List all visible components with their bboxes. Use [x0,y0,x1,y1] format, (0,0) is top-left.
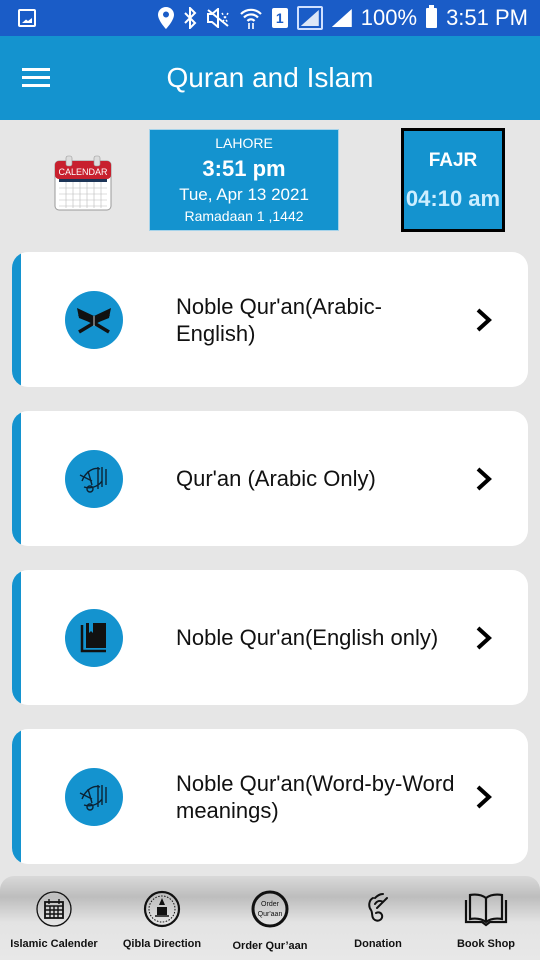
calendar-icon [36,891,72,927]
wifi-icon [239,8,262,29]
city-name: LAHORE [215,135,273,151]
mute-icon [206,8,229,28]
menu-card-label: Noble Qur'an(Arabic-English) [176,293,382,346]
bluetooth-icon [184,7,197,29]
gallery-icon [18,9,36,27]
hijri-date: Ramadaan 1 ,1442 [184,208,304,224]
menu-card-word-by-word[interactable]: Noble Qur'an(Word-by-Word meanings) [12,729,528,864]
status-time: 3:51 PM [446,5,528,30]
menu-card-arabic-only[interactable]: Qur'an (Arabic Only) [12,411,528,546]
svg-text:Qur'aan: Qur'aan [258,911,283,918]
nav-islamic-calendar[interactable]: Islamic Calender [0,876,108,960]
current-date-box: LAHORE 3:51 pm Tue, Apr 13 2021 Ramadaan… [149,129,339,231]
chevron-right-icon [476,626,492,650]
app-bar: Quran and Islam [0,36,540,120]
gregorian-date: Tue, Apr 13 2021 [179,185,309,204]
open-book-icon [464,893,508,927]
nav-book-shop[interactable]: Book Shop [432,876,540,960]
status-icons: 1 100% 3:51 PM [157,0,528,36]
quran-stand-icon [65,291,123,349]
order-quran-icon: Order Qur'aan [251,890,289,928]
sim-1-icon: 1 [271,8,288,28]
next-prayer-box[interactable]: FAJR 04:10 am [401,128,505,232]
location-icon [157,7,174,29]
prayer-name: FAJR [428,150,478,171]
nav-label: Donation [354,938,402,950]
menu-card-label: Noble Qur'an(English only) [176,625,439,650]
quran-calligraphy-icon [65,450,123,508]
prayer-time: 04:10 am [405,186,501,211]
qibla-compass-icon [143,890,181,928]
nav-label: Qibla Direction [122,938,202,950]
signal-icon [331,9,352,27]
battery-icon [426,5,438,28]
bottom-navigation: Islamic Calender Qibla Direction Order Qu… [0,876,540,960]
menu-card-arabic-english[interactable]: Noble Qur'an(Arabic-English) [12,252,528,387]
app-title: Quran and Islam [166,62,374,93]
current-time: 3:51 pm [202,156,286,181]
menu-card-label: Qur'an (Arabic Only) [176,466,376,491]
menu-card-english-only[interactable]: Noble Qur'an(English only) [12,570,528,705]
nav-label: Book Shop [456,938,516,950]
menu-card-label: Noble Qur'an(Word-by-Word meanings) [176,770,455,823]
chevron-right-icon [476,308,492,332]
nav-label: Islamic Calender [10,938,98,950]
status-bar: 1 100% 3:51 PM [0,0,540,36]
nav-qibla-direction[interactable]: Qibla Direction [108,876,216,960]
chevron-right-icon [476,467,492,491]
chevron-right-icon [476,785,492,809]
book-icon [65,609,123,667]
svg-text:Order: Order [261,901,280,908]
nav-label: Order Qur’aan [232,940,308,952]
signal-box-icon [296,6,323,30]
svg-text:CALENDAR: CALENDAR [58,167,108,177]
nav-donation[interactable]: Donation [324,876,432,960]
nav-order-quraan[interactable]: Order Qur'aan Order Qur’aan [216,876,324,960]
calendar-icon[interactable]: CALENDAR [54,155,112,211]
donation-hand-icon [368,893,388,922]
quran-calligraphy-icon [65,768,123,826]
battery-percent: 100% [360,5,418,30]
